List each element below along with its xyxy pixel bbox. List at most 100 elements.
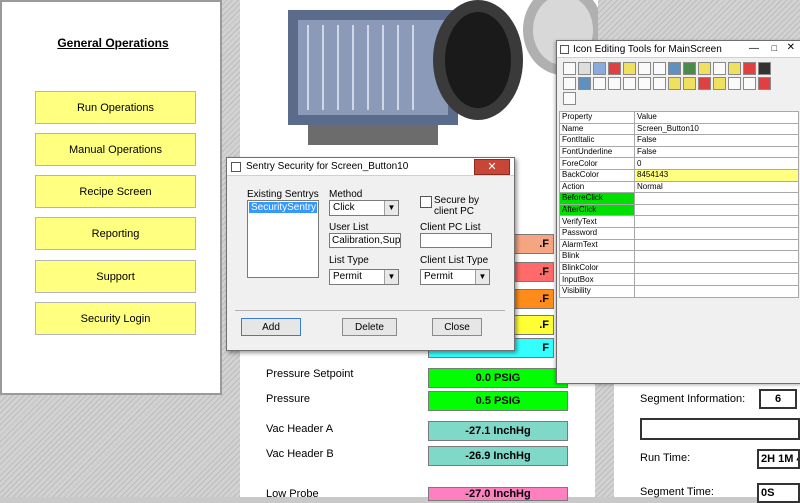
toolbar-tool-icon[interactable] — [683, 77, 696, 90]
property-name: FontUnderline — [559, 145, 635, 159]
client-pc-list-input[interactable] — [420, 233, 492, 248]
secure-by-client-checkbox[interactable] — [420, 196, 432, 208]
property-value[interactable] — [634, 284, 799, 298]
property-row[interactable]: VerifyText — [559, 215, 799, 228]
close-icon[interactable]: ✕ — [787, 42, 795, 53]
run-time-label: Run Time: — [640, 452, 691, 464]
delete-button[interactable]: Delete — [342, 318, 397, 336]
toolbar-tool-icon[interactable] — [683, 62, 696, 75]
toolbar-tool-icon[interactable] — [758, 62, 771, 75]
toolbar-tool-icon[interactable] — [713, 77, 726, 90]
toolbar-tool-icon[interactable] — [698, 77, 711, 90]
toolbar-tool-icon[interactable] — [593, 77, 606, 90]
property-row[interactable]: AlarmText — [559, 238, 799, 252]
security-login-button[interactable]: Security Login — [35, 302, 196, 335]
toolbar-tool-icon[interactable] — [728, 77, 741, 90]
toolbar-tool-icon[interactable] — [668, 62, 681, 75]
property-value[interactable] — [634, 203, 799, 217]
support-button[interactable]: Support — [35, 260, 196, 293]
toolbar-tool-icon[interactable] — [653, 62, 666, 75]
toolbar-tool-icon[interactable] — [608, 62, 621, 75]
property-name: BlinkColor — [559, 261, 635, 275]
property-value[interactable]: False — [634, 134, 799, 147]
minimize-icon[interactable]: — — [749, 43, 759, 54]
client-list-type-select[interactable]: Permit ▼ — [420, 269, 490, 285]
toolbar-tool-icon[interactable] — [563, 77, 576, 90]
close-icon[interactable]: ✕ — [474, 159, 510, 175]
property-row[interactable]: Blink — [559, 250, 799, 263]
property-value[interactable]: Normal — [634, 180, 799, 194]
close-button[interactable]: Close — [432, 318, 482, 336]
property-value[interactable]: False — [634, 145, 799, 159]
toolbar-tool-icon[interactable] — [578, 77, 591, 90]
property-row[interactable]: ForeColor 0 — [559, 157, 799, 170]
manual-operations-button[interactable]: Manual Operations — [35, 133, 196, 166]
toolbar-tool-icon[interactable] — [638, 77, 651, 90]
toolbar-tool-icon[interactable] — [743, 62, 756, 75]
property-row[interactable]: AfterClick — [559, 203, 799, 217]
toolbar-tool-icon[interactable] — [593, 62, 606, 75]
property-row[interactable]: FontItalic False — [559, 134, 799, 147]
property-row[interactable]: Password — [559, 226, 799, 240]
chevron-down-icon[interactable]: ▼ — [475, 270, 489, 284]
list-type-label: List Type — [329, 255, 369, 266]
toolbar-tool-icon[interactable] — [563, 62, 576, 75]
existing-sentrys-list[interactable]: SecuritySentry — [247, 200, 319, 278]
property-name: VerifyText — [559, 215, 635, 228]
vac-header-b-label: Vac Header B — [266, 448, 334, 460]
property-value[interactable] — [634, 226, 799, 240]
window-icon — [560, 44, 569, 54]
property-row[interactable]: BlinkColor — [559, 261, 799, 275]
user-list-input[interactable]: Calibration,Super — [329, 233, 401, 248]
property-row[interactable]: Action Normal — [559, 180, 799, 194]
reporting-button[interactable]: Reporting — [35, 217, 196, 250]
recipe-screen-button[interactable]: Recipe Screen — [35, 175, 196, 208]
run-operations-button[interactable]: Run Operations — [35, 91, 196, 124]
property-row[interactable]: FontUnderline False — [559, 145, 799, 159]
toolbar-tool-icon[interactable] — [698, 62, 711, 75]
chevron-down-icon[interactable]: ▼ — [384, 201, 398, 215]
toolbar-tool-icon[interactable] — [653, 77, 666, 90]
toolbar-tool-icon[interactable] — [758, 77, 771, 90]
toolbar-tool-icon[interactable] — [623, 77, 636, 90]
property-value[interactable] — [634, 238, 799, 252]
property-value[interactable] — [634, 261, 799, 275]
pressure-value: 0.5 PSIG — [428, 391, 568, 411]
toolbar-tool-icon[interactable] — [638, 62, 651, 75]
toolbar-tool-icon[interactable] — [668, 77, 681, 90]
toolbar-tool-icon[interactable] — [728, 62, 741, 75]
property-header: Property — [559, 111, 635, 124]
property-value[interactable] — [634, 273, 799, 286]
property-value[interactable]: Screen_Button10 — [634, 122, 799, 136]
property-value[interactable]: 0 — [634, 157, 799, 170]
window-title: Icon Editing Tools for MainScreen — [573, 43, 722, 55]
list-item[interactable]: SecuritySentry — [249, 202, 317, 213]
property-value[interactable] — [634, 192, 799, 205]
property-row[interactable]: Name Screen_Button10 — [559, 122, 799, 136]
value-header: Value — [634, 111, 799, 124]
toolbar-tool-icon[interactable] — [623, 62, 636, 75]
property-row[interactable]: BeforeClick — [559, 192, 799, 205]
list-type-select[interactable]: Permit ▼ — [329, 269, 399, 285]
toolbar-tool-icon[interactable] — [743, 77, 756, 90]
toolbar-tool-icon[interactable] — [578, 62, 591, 75]
window-titlebar[interactable]: Icon Editing Tools for MainScreen — □ ✕ — [557, 41, 800, 58]
list-type-value: Permit — [333, 271, 362, 282]
toolbar-tool-icon[interactable] — [713, 62, 726, 75]
property-row[interactable]: Visibility — [559, 284, 799, 298]
property-row[interactable]: BackColor 8454143 — [559, 168, 799, 182]
property-value[interactable]: 8454143 — [634, 168, 799, 182]
dialog-titlebar[interactable]: Sentry Security for Screen_Button10 — [227, 158, 514, 176]
property-value[interactable] — [634, 215, 799, 228]
add-button[interactable]: Add — [241, 318, 301, 336]
property-header-row: Property Value — [559, 111, 799, 124]
property-row[interactable]: InputBox — [559, 273, 799, 286]
chevron-down-icon[interactable]: ▼ — [384, 270, 398, 284]
toolbar-tool-icon[interactable] — [563, 92, 576, 105]
toolbar-tool-icon[interactable] — [608, 77, 621, 90]
method-select[interactable]: Click ▼ — [329, 200, 399, 216]
property-name: AfterClick — [559, 203, 635, 217]
property-value[interactable] — [634, 250, 799, 263]
method-label: Method — [329, 189, 363, 200]
maximize-icon[interactable]: □ — [772, 43, 777, 53]
